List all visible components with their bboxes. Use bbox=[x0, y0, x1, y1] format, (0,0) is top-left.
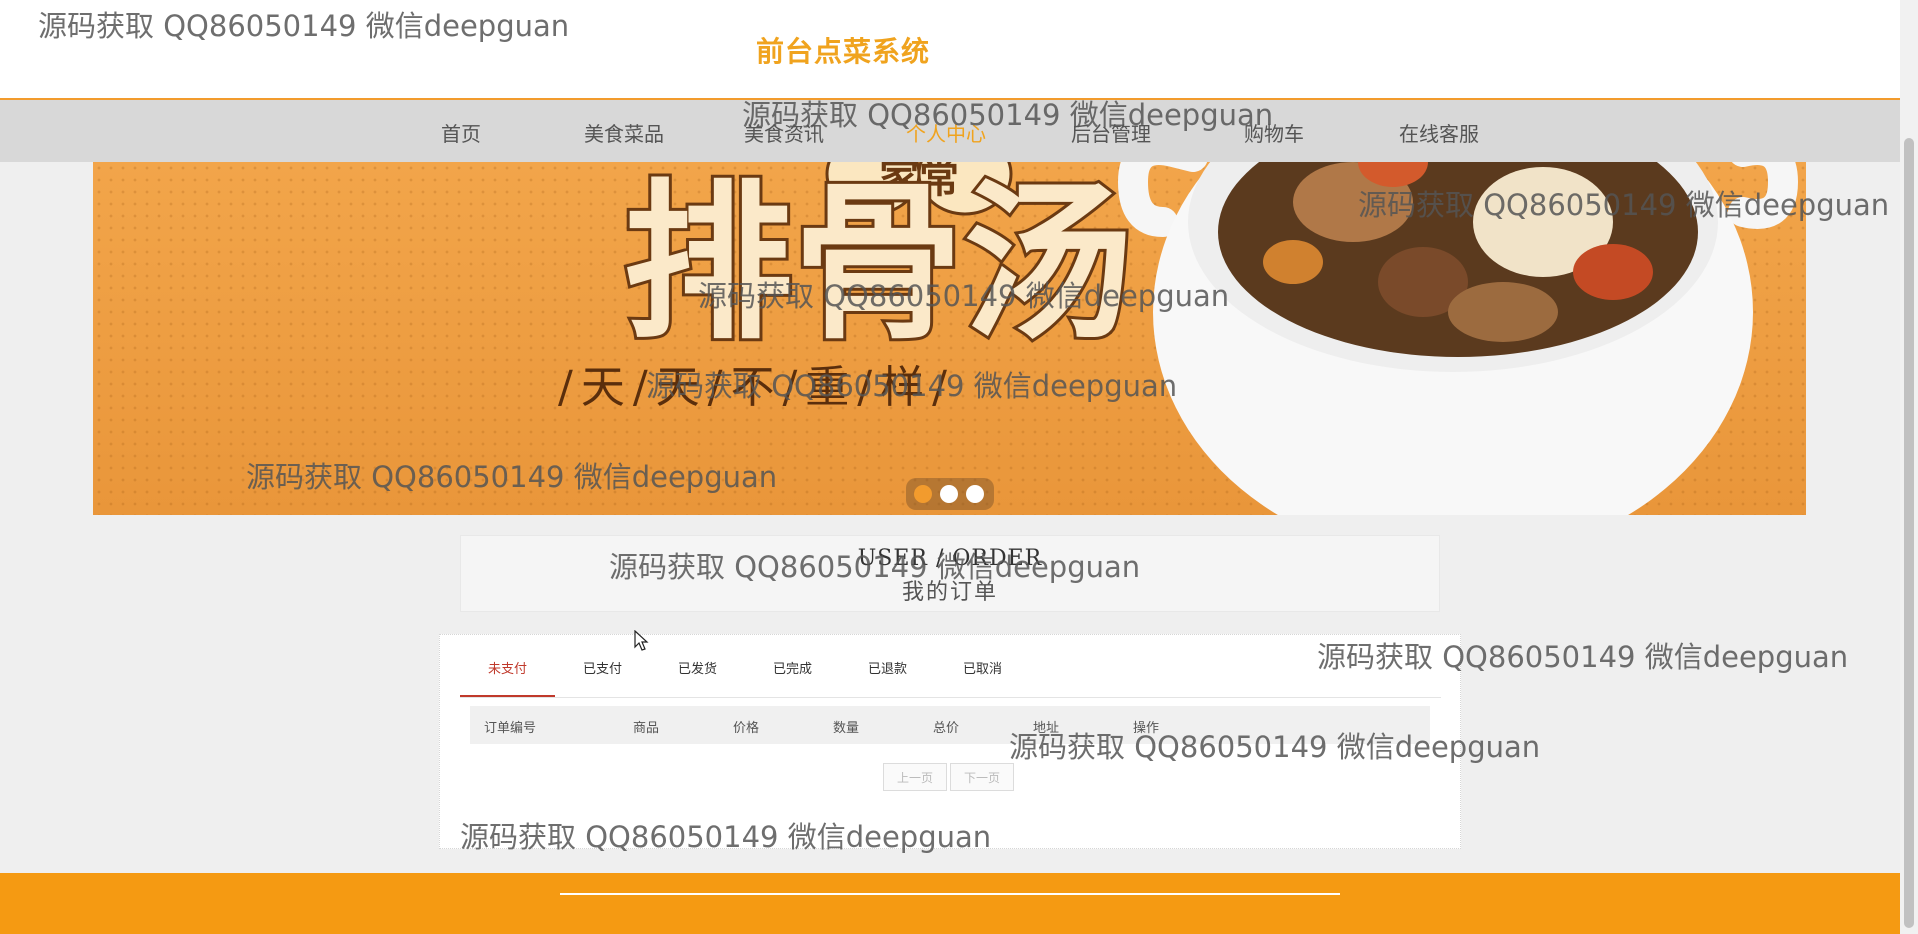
watermark: 源码获取 QQ86050149 微信deepguan bbox=[1358, 188, 1890, 222]
footer-divider bbox=[560, 893, 1340, 895]
watermark: 源码获取 QQ86050149 微信deepguan bbox=[460, 820, 992, 854]
mouse-cursor-icon bbox=[634, 630, 649, 651]
tab-unpaid[interactable]: 未支付 bbox=[460, 647, 555, 697]
nav-item-online-service[interactable]: 在线客服 bbox=[1399, 118, 1479, 147]
watermark: 源码获取 QQ86050149 微信deepguan bbox=[742, 98, 1274, 132]
order-status-tabs: 未支付 已支付 已发货 已完成 已退款 已取消 bbox=[460, 647, 1441, 698]
watermark: 源码获取 QQ86050149 微信deepguan bbox=[698, 279, 1230, 313]
watermark: 源码获取 QQ86050149 微信deepguan bbox=[609, 550, 1141, 584]
carousel-dot-3[interactable] bbox=[966, 485, 984, 503]
tab-shipped[interactable]: 已发货 bbox=[650, 647, 745, 695]
watermark: 源码获取 QQ86050149 微信deepguan bbox=[646, 369, 1178, 403]
tab-completed[interactable]: 已完成 bbox=[745, 647, 840, 695]
page: 前台点菜系统 首页 美食菜品 美食资讯 个人中心 后台管理 购物车 在线客服 家… bbox=[0, 0, 1900, 934]
site-title[interactable]: 前台点菜系统 bbox=[756, 30, 930, 70]
watermark: 源码获取 QQ86050149 微信deepguan bbox=[1009, 730, 1541, 764]
tab-cancelled[interactable]: 已取消 bbox=[935, 647, 1030, 695]
column-header-product: 商品 bbox=[633, 721, 660, 736]
scrollbar-thumb[interactable] bbox=[1904, 138, 1914, 928]
column-header-quantity: 数量 bbox=[833, 721, 860, 736]
watermark: 源码获取 QQ86050149 微信deepguan bbox=[1317, 640, 1849, 674]
carousel-dot-2[interactable] bbox=[940, 485, 958, 503]
nav-item-home[interactable]: 首页 bbox=[441, 118, 481, 147]
tab-refunded[interactable]: 已退款 bbox=[840, 647, 935, 695]
nav-item-dishes[interactable]: 美食菜品 bbox=[584, 118, 664, 147]
scrollbar[interactable] bbox=[1900, 0, 1918, 934]
watermark: 源码获取 QQ86050149 微信deepguan bbox=[38, 9, 570, 43]
prev-page-button[interactable]: 上一页 bbox=[883, 763, 947, 791]
footer bbox=[0, 873, 1900, 934]
carousel-indicators bbox=[906, 478, 994, 510]
next-page-button[interactable]: 下一页 bbox=[950, 763, 1014, 791]
tab-paid[interactable]: 已支付 bbox=[555, 647, 650, 695]
banner-title-text: 排骨汤 bbox=[623, 163, 1133, 363]
column-header-total: 总价 bbox=[933, 721, 960, 736]
column-header-order-no: 订单编号 bbox=[484, 721, 537, 736]
watermark: 源码获取 QQ86050149 微信deepguan bbox=[246, 460, 778, 494]
carousel-dot-1[interactable] bbox=[914, 485, 932, 503]
column-header-price: 价格 bbox=[733, 721, 760, 736]
